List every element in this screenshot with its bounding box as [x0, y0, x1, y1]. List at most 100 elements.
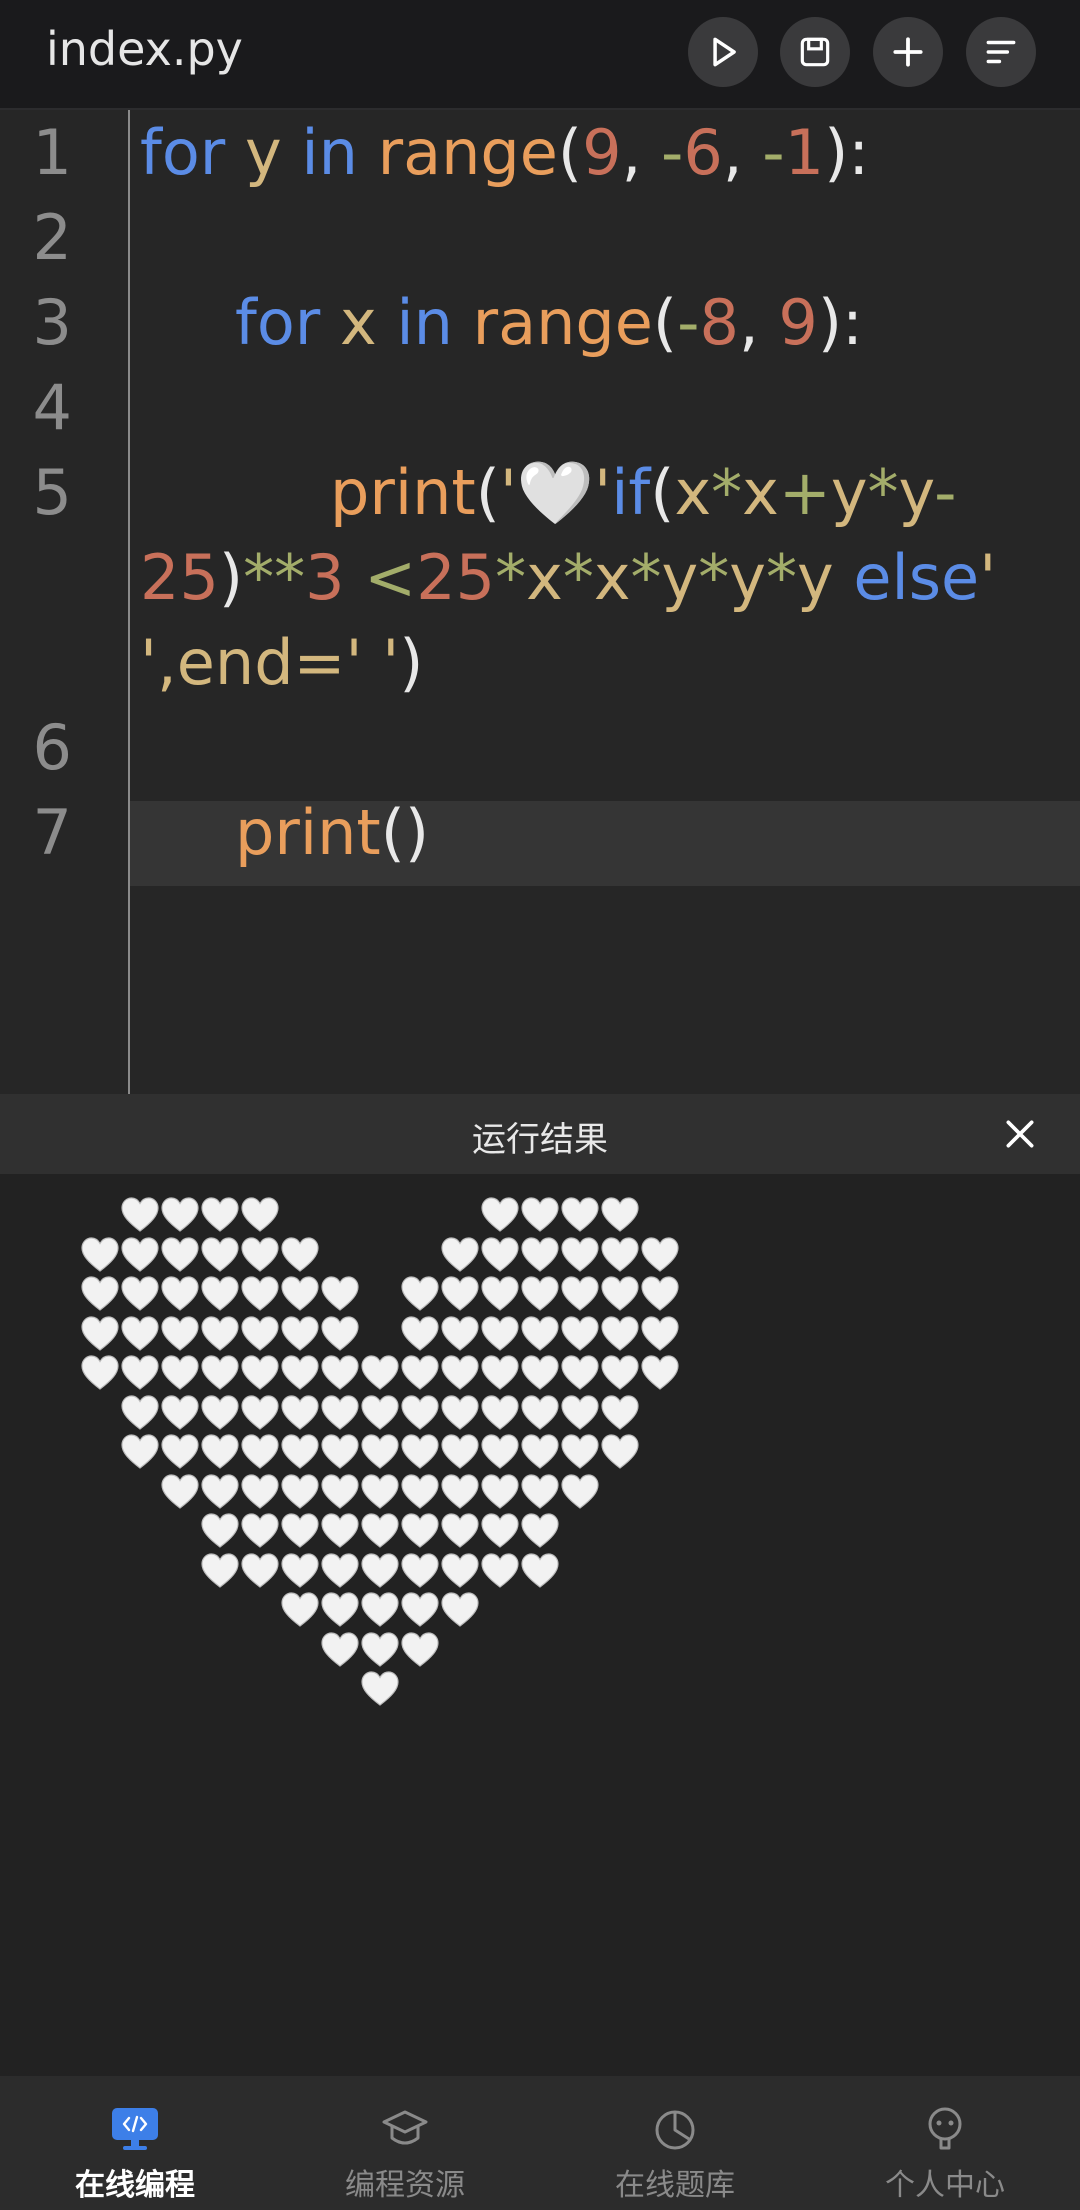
white-heart-icon	[401, 1355, 439, 1390]
white-heart-icon	[201, 1197, 239, 1232]
code-token: *	[495, 541, 527, 614]
format-icon	[986, 40, 1016, 64]
code-token: in	[396, 286, 453, 359]
code-token: print	[235, 796, 381, 869]
white-heart-icon	[361, 1394, 399, 1430]
white-heart-icon	[361, 1434, 399, 1469]
pie-chart-icon	[655, 2110, 695, 2150]
white-heart-icon	[321, 1315, 359, 1351]
white-heart-icon	[121, 1355, 159, 1390]
code-token: (	[652, 286, 678, 359]
white-heart-icon	[521, 1197, 559, 1232]
white-heart-icon	[601, 1197, 639, 1232]
white-heart-icon	[201, 1394, 239, 1430]
white-heart-icon	[321, 1552, 359, 1588]
white-heart-icon	[321, 1473, 359, 1509]
code-token: 3	[305, 541, 345, 614]
save-icon	[800, 37, 830, 67]
format-button[interactable]	[966, 17, 1036, 87]
white-heart-icon	[361, 1671, 399, 1706]
white-heart-icon	[401, 1473, 439, 1509]
white-heart-icon	[361, 1631, 399, 1667]
white-heart-icon	[121, 1394, 159, 1430]
code-token: *	[562, 541, 594, 614]
white-heart-icon	[641, 1236, 679, 1272]
line-number: 5	[32, 456, 72, 529]
white-heart-icon	[81, 1276, 119, 1311]
code-token: in	[301, 116, 358, 189]
white-heart-icon	[281, 1276, 319, 1311]
white-heart-icon	[481, 1236, 519, 1272]
code-token: 25	[140, 541, 219, 614]
white-heart-icon	[281, 1592, 319, 1627]
white-heart-icon	[401, 1513, 439, 1548]
white-heart-icon	[161, 1355, 199, 1390]
nav-item-question-bank[interactable]: 在线题库	[540, 2076, 810, 2210]
code-token: ):	[817, 286, 863, 359]
code-token: ,	[738, 286, 779, 359]
nav-label: 在线编程	[75, 2168, 195, 2203]
white-heart-icon	[81, 1315, 119, 1351]
white-heart-icon	[281, 1355, 319, 1390]
code-token: if	[611, 456, 651, 529]
add-button[interactable]	[873, 17, 943, 87]
nav-item-online-coding[interactable]: 在线编程	[0, 2076, 270, 2210]
code-token: +	[778, 456, 831, 529]
result-panel-title: 运行结果	[472, 1120, 608, 1160]
code-token: y	[244, 116, 282, 189]
code-token: else	[853, 541, 980, 614]
code-token: 1	[784, 116, 825, 189]
code-token: **	[243, 541, 306, 614]
code-token: y	[898, 456, 935, 529]
white-heart-icon	[641, 1315, 679, 1351]
white-heart-icon	[441, 1276, 479, 1311]
code-token: ,	[722, 116, 763, 189]
white-heart-icon	[481, 1513, 519, 1548]
run-button[interactable]	[688, 17, 758, 87]
white-heart-icon	[441, 1355, 479, 1390]
white-heart-icon	[441, 1434, 479, 1469]
white-heart-icon	[401, 1434, 439, 1469]
close-icon[interactable]	[1000, 1114, 1040, 1154]
white-heart-icon	[361, 1592, 399, 1627]
code-token: y	[830, 456, 868, 529]
nav-item-resources[interactable]: 编程资源	[270, 2076, 540, 2210]
white-heart-icon	[401, 1315, 439, 1351]
white-heart-icon	[81, 1355, 119, 1390]
code-token: )	[399, 626, 424, 699]
code-editor[interactable]: 1 2 3 4 5 6 7 for y in range(9, -6, -1):…	[0, 110, 1080, 1094]
white-heart-icon	[281, 1315, 319, 1351]
code-line-7[interactable]: print()	[235, 790, 1080, 875]
white-heart-icon	[321, 1434, 359, 1469]
code-token: *	[630, 541, 662, 614]
code-line-1[interactable]: for y in range(9, -6, -1):	[140, 110, 1080, 195]
code-token: *	[765, 541, 797, 614]
white-heart-icon	[601, 1355, 639, 1390]
white-heart-icon	[361, 1513, 399, 1548]
white-heart-icon	[241, 1236, 279, 1272]
code-line-5-wrap-2[interactable]: ',end=' ')	[140, 620, 1080, 705]
white-heart-icon	[401, 1276, 439, 1311]
code-line-5[interactable]: print('🤍'if(x*x+y*y-	[330, 450, 1080, 535]
code-line-3[interactable]: for x in range(-8, 9):	[235, 280, 1080, 365]
white-heart-icon	[241, 1276, 279, 1311]
white-heart-icon	[201, 1473, 239, 1509]
nav-label: 个人中心	[885, 2168, 1005, 2203]
white-heart-icon	[521, 1276, 559, 1311]
code-token: for	[140, 116, 226, 189]
white-heart-icon	[521, 1315, 559, 1351]
code-token: y	[729, 541, 766, 614]
line-number: 3	[32, 286, 72, 359]
user-icon	[928, 2107, 962, 2150]
white-heart-icon	[521, 1394, 559, 1430]
run-output	[0, 1174, 1080, 2074]
code-line-5-wrap-1[interactable]: 25)**3 <25*x*x*y*y*y else'	[140, 535, 1080, 620]
white-heart-icon	[161, 1197, 199, 1232]
save-button[interactable]	[780, 17, 850, 87]
nav-item-profile[interactable]: 个人中心	[810, 2076, 1080, 2210]
code-token: 6	[683, 116, 723, 189]
white-heart-icon	[361, 1473, 399, 1509]
white-heart-icon	[121, 1197, 159, 1232]
